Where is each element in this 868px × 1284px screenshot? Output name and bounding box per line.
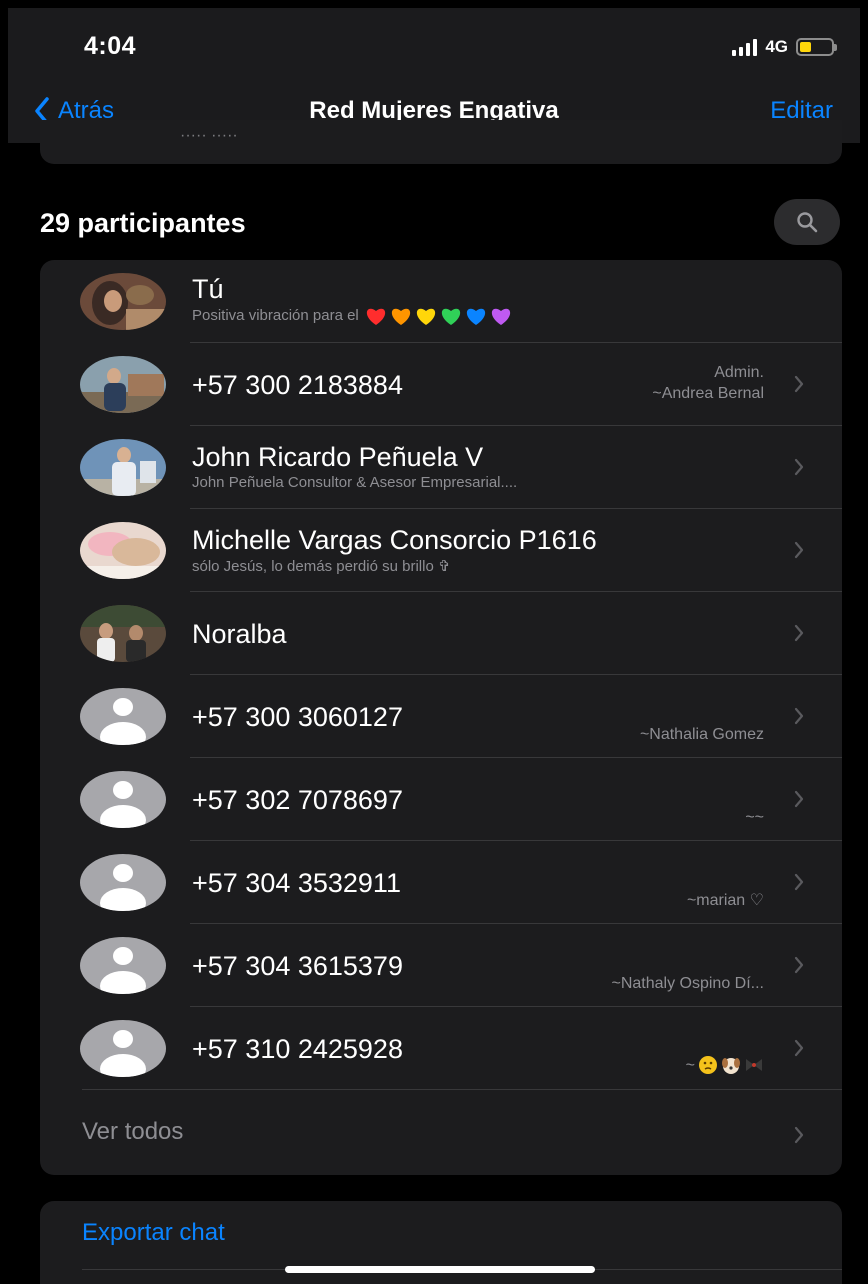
participant-status: John Peñuela Consultor & Asesor Empresar… bbox=[192, 474, 518, 491]
default-avatar-icon bbox=[80, 1020, 166, 1077]
participant-status: sólo Jesús, lo demás perdió su brillo ✞ bbox=[192, 558, 451, 575]
orange-heart-icon bbox=[391, 308, 410, 325]
screen: 4:04 4G Atrás Red Mujeres Engativa Edita… bbox=[8, 8, 860, 1284]
participant-alias: ~Nathalia Gomez bbox=[639, 726, 764, 743]
chevron-right-icon bbox=[794, 790, 804, 808]
blue-heart-icon bbox=[466, 308, 485, 325]
export-chat-button[interactable]: Exportar chat bbox=[82, 1219, 225, 1247]
green-heart-icon bbox=[441, 308, 460, 325]
default-avatar-icon bbox=[80, 937, 166, 994]
participant-name: Tú bbox=[192, 274, 224, 304]
participant-row[interactable]: +57 310 2425928 ~ bbox=[40, 1007, 842, 1090]
battery-level bbox=[800, 42, 811, 52]
view-all-button[interactable]: Ver todos bbox=[40, 1092, 842, 1175]
avatar bbox=[80, 522, 166, 579]
participant-alias: ~Nathaly Ospino Dí... bbox=[611, 975, 764, 992]
dog-face-icon bbox=[722, 1058, 740, 1074]
chevron-right-icon bbox=[794, 458, 804, 476]
participant-row[interactable]: +57 300 3060127 ~Nathalia Gomez bbox=[40, 675, 842, 758]
participant-alias: ~ bbox=[686, 1055, 764, 1075]
participant-role: Admin. bbox=[714, 364, 764, 381]
chevron-right-icon bbox=[794, 956, 804, 974]
participant-status: Positiva vibración para el bbox=[192, 306, 512, 326]
participant-row[interactable]: +57 302 7078697 ~~ bbox=[40, 758, 842, 841]
participant-row[interactable]: +57 304 3532911 ~marian ♡ bbox=[40, 841, 842, 924]
avatar bbox=[80, 273, 166, 330]
chevron-right-icon bbox=[794, 375, 804, 393]
participant-name: +57 300 2183884 bbox=[192, 370, 403, 400]
participant-alias: ~Andrea Bernal bbox=[652, 385, 764, 402]
yellow-heart-icon bbox=[416, 308, 435, 325]
default-avatar-icon bbox=[80, 688, 166, 745]
participant-name: +57 304 3532911 bbox=[192, 868, 401, 898]
participant-row[interactable]: Noralba bbox=[40, 592, 842, 675]
row-divider bbox=[82, 1089, 842, 1090]
group-info-card: ····· ····· bbox=[40, 120, 842, 164]
participant-alias: ~marian ♡ bbox=[686, 892, 764, 909]
participant-row[interactable]: John Ricardo Peñuela V John Peñuela Cons… bbox=[40, 426, 842, 509]
participant-name: +57 302 7078697 bbox=[192, 785, 403, 815]
cut-off-text: ····· ····· bbox=[180, 131, 238, 144]
status-indicators: 4G bbox=[732, 35, 837, 59]
participant-name: +57 310 2425928 bbox=[192, 1034, 403, 1064]
participant-name: +57 300 3060127 bbox=[192, 702, 403, 732]
status-time: 4:04 bbox=[84, 32, 137, 60]
signal-icon bbox=[732, 38, 758, 56]
chevron-right-icon bbox=[794, 1039, 804, 1057]
participant-row-you[interactable]: Tú Positiva vibración para el bbox=[40, 260, 842, 343]
chevron-right-icon bbox=[794, 541, 804, 559]
participant-name: Michelle Vargas Consorcio P1616 bbox=[192, 525, 597, 555]
search-icon bbox=[797, 212, 818, 233]
default-avatar-icon bbox=[80, 854, 166, 911]
network-type: 4G bbox=[765, 37, 788, 56]
participant-name: John Ricardo Peñuela V bbox=[192, 442, 484, 472]
purple-heart-icon bbox=[491, 308, 510, 325]
default-avatar-icon bbox=[80, 771, 166, 828]
chevron-right-icon bbox=[794, 873, 804, 891]
thinking-face-icon bbox=[699, 1056, 717, 1074]
red-heart-icon bbox=[366, 308, 385, 325]
participant-name: +57 304 3615379 bbox=[192, 951, 403, 981]
avatar bbox=[80, 605, 166, 662]
view-all-label: Ver todos bbox=[82, 1118, 184, 1145]
bow-icon bbox=[746, 1059, 762, 1071]
participant-name: Noralba bbox=[192, 619, 287, 649]
avatar bbox=[80, 439, 166, 496]
participants-count: 29 participantes bbox=[40, 208, 246, 238]
avatar bbox=[80, 356, 166, 413]
participants-list: Tú Positiva vibración para el +57 300 21… bbox=[40, 260, 842, 1175]
participant-row[interactable]: +57 304 3615379 ~Nathaly Ospino Dí... bbox=[40, 924, 842, 1007]
search-participants-button[interactable] bbox=[774, 199, 840, 245]
participant-row[interactable]: Michelle Vargas Consorcio P1616 sólo Jes… bbox=[40, 509, 842, 592]
chevron-right-icon bbox=[794, 1126, 804, 1144]
participant-row[interactable]: +57 300 2183884 Admin. ~Andrea Bernal bbox=[40, 343, 842, 426]
participant-alias: ~~ bbox=[745, 809, 764, 826]
chevron-right-icon bbox=[794, 624, 804, 642]
battery-icon bbox=[796, 38, 837, 56]
home-indicator[interactable] bbox=[285, 1266, 595, 1273]
chevron-right-icon bbox=[794, 707, 804, 725]
